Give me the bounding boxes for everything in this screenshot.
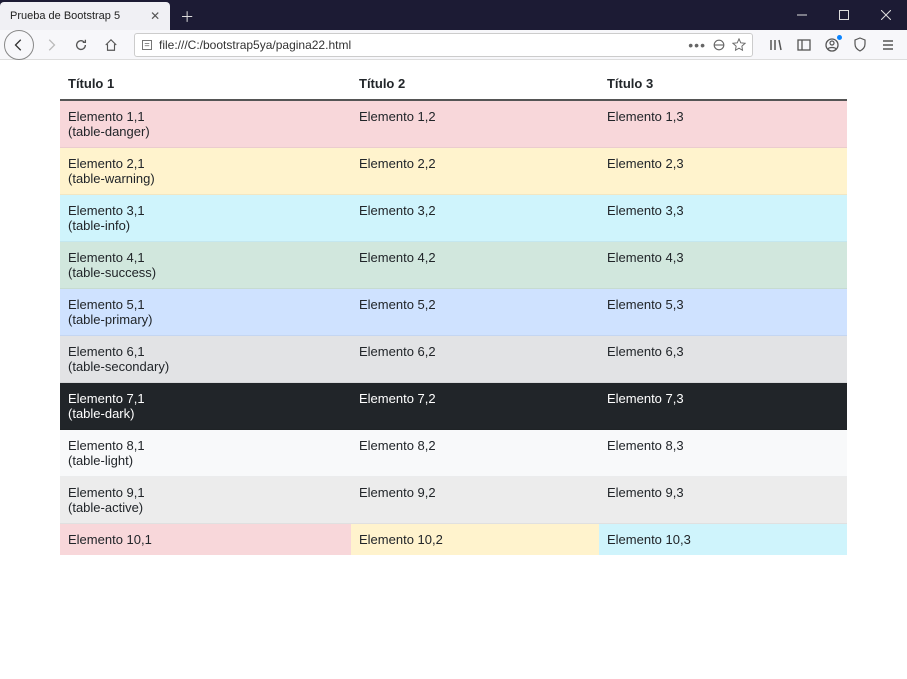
table-cell: Elemento 9,3 [599,477,847,524]
table-header-1: Título 1 [60,68,351,100]
reader-view-icon[interactable] [712,38,726,52]
reload-button[interactable] [68,32,94,58]
table-cell: Elemento 1,2 [351,100,599,148]
home-button[interactable] [98,32,124,58]
table-cell: Elemento 5,2 [351,289,599,336]
table-row: Elemento 8,1(table-light)Elemento 8,2Ele… [60,430,847,477]
table-header-3: Título 3 [599,68,847,100]
table-cell: Elemento 5,1(table-primary) [60,289,351,336]
maximize-button[interactable] [823,0,865,30]
table-row: Elemento 3,1(table-info)Elemento 3,2Elem… [60,195,847,242]
table-cell: Elemento 8,1(table-light) [60,430,351,477]
forward-button[interactable] [38,32,64,58]
table-cell: Elemento 1,3 [599,100,847,148]
table-cell: Elemento 7,1(table-dark) [60,383,351,430]
table-row: Elemento 1,1(table-danger)Elemento 1,2El… [60,100,847,148]
table-cell: Elemento 6,3 [599,336,847,383]
browser-tab-active[interactable]: Prueba de Bootstrap 5 ✕ [0,2,170,30]
table-header-2: Título 2 [351,68,599,100]
minimize-button[interactable] [781,0,823,30]
table-row: Elemento 2,1(table-warning)Elemento 2,2E… [60,148,847,195]
table-row: Elemento 5,1(table-primary)Elemento 5,2E… [60,289,847,336]
library-icon[interactable] [763,32,789,58]
table-row: Elemento 6,1(table-secondary)Elemento 6,… [60,336,847,383]
table-row: Elemento 7,1(table-dark)Elemento 7,2Elem… [60,383,847,430]
table-cell: Elemento 2,2 [351,148,599,195]
page-actions-more-icon[interactable]: ••• [688,37,706,53]
table-body: Elemento 1,1(table-danger)Elemento 1,2El… [60,100,847,555]
bookmark-star-icon[interactable] [732,38,746,52]
table-cell: Elemento 2,1(table-warning) [60,148,351,195]
url-input[interactable] [159,38,682,52]
back-button[interactable] [4,30,34,60]
table-cell: Elemento 1,1(table-danger) [60,100,351,148]
toolbar-right-icons [763,32,901,58]
table-row: Elemento 4,1(table-success)Elemento 4,2E… [60,242,847,289]
close-tab-icon[interactable]: ✕ [150,9,160,23]
browser-toolbar: ••• [0,30,907,60]
table-row: Elemento 10,1Elemento 10,2Elemento 10,3 [60,524,847,556]
table-header-row: Título 1 Título 2 Título 3 [60,68,847,100]
table-cell: Elemento 3,1(table-info) [60,195,351,242]
table-cell: Elemento 9,1(table-active) [60,477,351,524]
table-cell: Elemento 4,3 [599,242,847,289]
window-controls [781,0,907,30]
window-titlebar: Prueba de Bootstrap 5 ✕ ＋ [0,0,907,30]
table-cell: Elemento 7,3 [599,383,847,430]
menu-hamburger-icon[interactable] [875,32,901,58]
table-cell: Elemento 2,3 [599,148,847,195]
tab-title: Prueba de Bootstrap 5 [10,10,120,22]
close-window-button[interactable] [865,0,907,30]
bootstrap-table: Título 1 Título 2 Título 3 Elemento 1,1(… [60,68,847,555]
table-row: Elemento 9,1(table-active)Elemento 9,2El… [60,477,847,524]
table-cell: Elemento 10,2 [351,524,599,556]
new-tab-button[interactable]: ＋ [174,4,200,30]
table-cell: Elemento 6,2 [351,336,599,383]
table-cell: Elemento 8,3 [599,430,847,477]
table-cell: Elemento 10,3 [599,524,847,556]
table-cell: Elemento 3,3 [599,195,847,242]
table-cell: Elemento 7,2 [351,383,599,430]
page-info-icon[interactable] [141,39,153,51]
table-cell: Elemento 5,3 [599,289,847,336]
tab-strip: Prueba de Bootstrap 5 ✕ ＋ [0,0,200,30]
account-icon[interactable] [819,32,845,58]
protection-shield-icon[interactable] [847,32,873,58]
table-cell: Elemento 3,2 [351,195,599,242]
page-content: Título 1 Título 2 Título 3 Elemento 1,1(… [0,60,907,563]
sidebar-icon[interactable] [791,32,817,58]
table-cell: Elemento 8,2 [351,430,599,477]
address-bar[interactable]: ••• [134,33,753,57]
table-cell: Elemento 4,2 [351,242,599,289]
table-cell: Elemento 4,1(table-success) [60,242,351,289]
table-cell: Elemento 6,1(table-secondary) [60,336,351,383]
table-cell: Elemento 10,1 [60,524,351,556]
table-cell: Elemento 9,2 [351,477,599,524]
